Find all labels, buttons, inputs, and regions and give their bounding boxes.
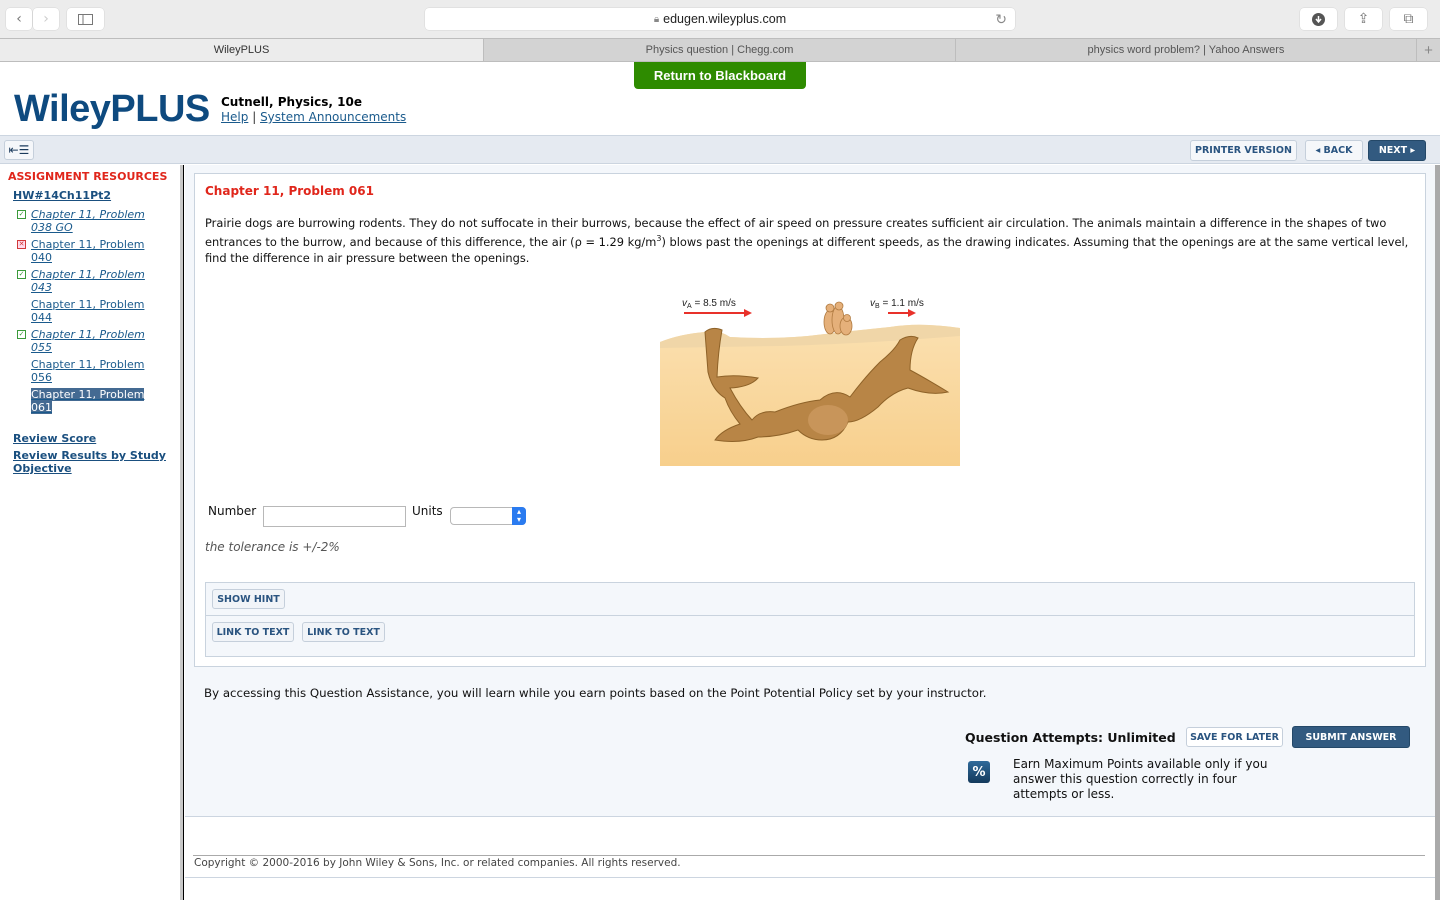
tab-chegg[interactable]: Physics question | Chegg.com xyxy=(484,39,956,61)
number-label: Number xyxy=(208,504,257,518)
burrow-illustration: vA = 8.5 m/s vB = 1.1 m/s xyxy=(660,298,960,466)
hint-panel xyxy=(205,582,1415,657)
footer-bottom-rule xyxy=(185,877,1435,878)
plus-icon: + xyxy=(1424,41,1433,59)
check-icon: ✓ xyxy=(17,330,26,339)
submit-answer-button[interactable]: SUBMIT ANSWER xyxy=(1292,726,1410,748)
burrow-chamber xyxy=(808,405,848,435)
velocity-arrow-a xyxy=(684,309,752,317)
browser-toolbar: ‹ › 🔒︎ edugen.wileyplus.com ↻ ⇪ ⧉ xyxy=(0,0,1440,38)
link-separator: | xyxy=(252,110,257,124)
url-text: edugen.wileyplus.com xyxy=(663,12,787,26)
assignment-resources-heading: ASSIGNMENT RESOURCES xyxy=(8,170,168,183)
sidebar-problem-item-selected[interactable]: Chapter 11, Problem 061 xyxy=(17,388,167,414)
sidebar-icon xyxy=(78,13,93,25)
problem-text: Prairie dogs are burrowing rodents. They… xyxy=(205,216,1409,265)
check-icon: ✓ xyxy=(17,210,26,219)
assistance-policy-text: By accessing this Question Assistance, y… xyxy=(204,686,987,700)
back-button[interactable]: ◂ BACK xyxy=(1305,140,1363,161)
prairie-dog-burrow-figure: vA = 8.5 m/s vB = 1.1 m/s xyxy=(660,292,960,466)
sidebar-problem-item[interactable]: Chapter 11, Problem 044 xyxy=(17,298,167,324)
footer-rule xyxy=(193,855,1425,856)
link-to-text-button-1[interactable]: LINK TO TEXT xyxy=(212,622,294,642)
check-icon: ✓ xyxy=(17,270,26,279)
save-for-later-button[interactable]: SAVE FOR LATER xyxy=(1186,727,1283,747)
velocity-a-label: vA = 8.5 m/s xyxy=(682,298,736,310)
chevron-right-icon: › xyxy=(43,11,49,27)
downloads-button[interactable] xyxy=(1300,8,1337,30)
sidebar-problem-item[interactable]: ✕ Chapter 11, Problem 040 xyxy=(17,238,167,264)
address-bar[interactable]: 🔒︎ edugen.wileyplus.com ↻ xyxy=(425,8,1015,30)
download-icon xyxy=(1312,12,1325,26)
forward-nav-button[interactable]: › xyxy=(33,8,59,30)
share-icon: ⇪ xyxy=(1357,11,1370,27)
show-hint-button[interactable]: SHOW HINT xyxy=(212,589,285,609)
assignment-navbar: ⇤☰ PRINTER VERSION ◂ BACK NEXT ▸ xyxy=(0,135,1440,164)
tabs-icon: ⧉ xyxy=(1403,11,1414,27)
units-select[interactable]: ▴ ▾ xyxy=(450,507,526,525)
chevron-left-icon: ‹ xyxy=(16,11,22,27)
printer-version-button[interactable]: PRINTER VERSION xyxy=(1190,140,1297,161)
system-announcements-link[interactable]: System Announcements xyxy=(260,110,406,124)
tab-yahoo[interactable]: physics word problem? | Yahoo Answers xyxy=(956,39,1417,61)
collapse-sidebar-button[interactable]: ⇤☰ xyxy=(4,140,34,160)
lock-icon: 🔒︎ xyxy=(653,13,660,25)
page-scrollbar[interactable] xyxy=(1435,165,1440,900)
collapse-list-icon: ⇤☰ xyxy=(8,143,30,157)
copyright-text: Copyright © 2000-2016 by John Wiley & So… xyxy=(194,857,681,869)
max-points-note: Earn Maximum Points available only if yo… xyxy=(1013,757,1268,801)
return-to-blackboard-button[interactable]: Return to Blackboard xyxy=(634,62,806,89)
sidebar-problem-item[interactable]: Chapter 11, Problem 056 xyxy=(17,358,167,384)
sidebar-problem-item[interactable]: ✓ Chapter 11, Problem 055 xyxy=(17,328,167,354)
header-links: Help | System Announcements xyxy=(221,110,406,124)
prairie-dogs xyxy=(823,301,853,336)
velocity-b-label: vB = 1.1 m/s xyxy=(870,298,924,310)
tab-bar: WileyPLUS Physics question | Chegg.com p… xyxy=(0,38,1440,62)
problem-title: Chapter 11, Problem 061 xyxy=(205,184,374,198)
help-link[interactable]: Help xyxy=(221,110,248,124)
sidebar-resize-handle[interactable] xyxy=(180,165,184,900)
hint-divider xyxy=(205,615,1415,616)
review-score-link[interactable]: Review Score xyxy=(13,432,173,445)
velocity-arrow-b xyxy=(888,309,916,317)
question-attempts: Question Attempts: Unlimited xyxy=(965,730,1176,745)
sidebar-problem-item[interactable]: ✓ Chapter 11, Problem 043 xyxy=(17,268,167,294)
sidebar-problem-item[interactable]: ✓ Chapter 11, Problem 038 GO xyxy=(17,208,167,234)
back-nav-button[interactable]: ‹ xyxy=(6,8,32,30)
percent-icon: % xyxy=(968,761,990,783)
wileyplus-logo: WileyPLUS xyxy=(14,88,210,130)
x-mark-icon: ✕ xyxy=(17,240,26,249)
select-arrows-icon: ▴ ▾ xyxy=(512,507,526,525)
course-title: Cutnell, Physics, 10e xyxy=(221,95,362,109)
reload-icon[interactable]: ↻ xyxy=(995,11,1007,28)
link-to-text-button-2[interactable]: LINK TO TEXT xyxy=(302,622,385,642)
number-input[interactable] xyxy=(263,506,406,527)
share-button[interactable]: ⇪ xyxy=(1345,8,1382,30)
units-label: Units xyxy=(412,504,443,518)
tolerance-note: the tolerance is +/-2% xyxy=(205,540,340,554)
new-tab-button[interactable]: + xyxy=(1417,39,1440,61)
assignment-link[interactable]: HW#14Ch11Pt2 xyxy=(13,189,111,202)
sidebar-toggle-button[interactable] xyxy=(67,8,104,30)
next-button[interactable]: NEXT ▸ xyxy=(1368,140,1426,161)
footer-divider xyxy=(185,816,1435,817)
tab-wileyplus[interactable]: WileyPLUS xyxy=(0,39,484,61)
review-results-link[interactable]: Review Results by Study Objective xyxy=(13,449,173,475)
tabs-overview-button[interactable]: ⧉ xyxy=(1390,8,1427,30)
